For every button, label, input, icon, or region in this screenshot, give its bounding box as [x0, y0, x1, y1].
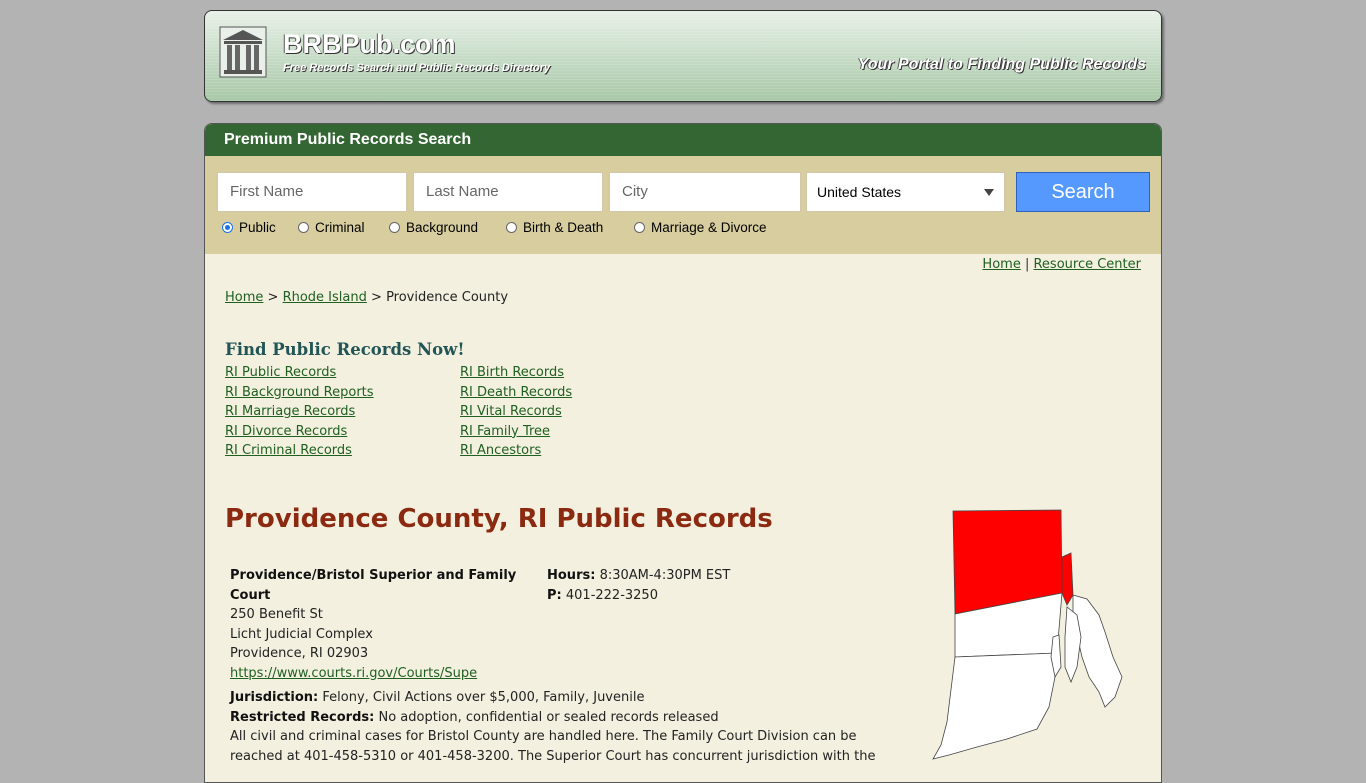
ri-birth-records-link[interactable]: RI Birth Records [460, 365, 564, 380]
court-address-line3: Providence, RI 02903 [230, 646, 369, 661]
radio-dot[interactable] [634, 222, 645, 233]
newport-county-shape [1072, 594, 1123, 708]
court-description-line2: reached at 401-458-5310 or 401-458-3200.… [230, 748, 876, 764]
records-links-right: RI Birth Records RI Death Records RI Vit… [460, 363, 572, 461]
court-website-link[interactable]: https://www.courts.ri.gov/Courts/Supe [230, 666, 477, 681]
radio-label: Birth & Death [523, 220, 604, 235]
chevron-down-icon [984, 189, 994, 196]
top-links: Home | Resource Center [982, 257, 1141, 272]
radio-label: Background [406, 220, 479, 235]
breadcrumb-current: Providence County [386, 290, 509, 305]
court-hours-phone: Hours: 8:30AM-4:30PM EST P: 401-222-3250 [547, 566, 730, 605]
last-name-input[interactable]: Last Name [413, 172, 603, 212]
radio-dot[interactable] [298, 222, 309, 233]
country-select-value: United States [817, 184, 902, 200]
link-separator: | [1024, 257, 1030, 272]
first-name-input[interactable]: First Name [217, 172, 407, 212]
court-info: Providence/Bristol Superior and Family C… [230, 566, 530, 683]
restricted-label: Restricted Records: [230, 709, 375, 725]
radio-dot[interactable] [222, 222, 233, 233]
radio-public[interactable]: Public [222, 220, 276, 235]
radio-marriage-divorce[interactable]: Marriage & Divorce [634, 220, 767, 235]
site-header: BRBPub.com Free Records Search and Publi… [204, 10, 1162, 102]
court-address-line2: Licht Judicial Complex [230, 626, 373, 642]
panel-title: Premium Public Records Search [205, 124, 1161, 156]
courthouse-logo-icon[interactable] [219, 26, 267, 78]
radio-criminal[interactable]: Criminal [298, 220, 365, 235]
resource-center-link[interactable]: Resource Center [1033, 257, 1141, 272]
ri-vital-records-link[interactable]: RI Vital Records [460, 404, 562, 419]
bristol-county-shape [1061, 552, 1074, 606]
site-tagline: Free Records Search and Public Records D… [283, 62, 551, 74]
ri-ancestors-link[interactable]: RI Ancestors [460, 443, 541, 458]
rhode-island-county-map[interactable] [927, 507, 1137, 762]
radio-label: Public [239, 220, 276, 235]
radio-background[interactable]: Background [389, 220, 478, 235]
ri-background-reports-link[interactable]: RI Background Reports [225, 385, 374, 400]
ri-family-tree-link[interactable]: RI Family Tree [460, 424, 550, 439]
radio-birth-death[interactable]: Birth & Death [506, 220, 603, 235]
ri-death-records-link[interactable]: RI Death Records [460, 385, 572, 400]
jurisdiction-label: Jurisdiction: [230, 690, 319, 705]
radio-label: Marriage & Divorce [651, 220, 767, 235]
court-details: Jurisdiction: Felony, Civil Actions over… [230, 688, 900, 766]
breadcrumb-state[interactable]: Rhode Island [283, 290, 367, 305]
court-name: Providence/Bristol Superior and Family C… [230, 568, 517, 603]
radio-dot[interactable] [389, 222, 400, 233]
city-input[interactable]: City [609, 172, 801, 212]
ri-criminal-records-link[interactable]: RI Criminal Records [225, 443, 352, 458]
court-address-line1: 250 Benefit St [230, 607, 323, 622]
search-bar: First Name Last Name City United States … [205, 156, 1161, 254]
washington-county-shape [932, 652, 1058, 760]
country-select[interactable]: United States [806, 172, 1005, 212]
breadcrumb: Home > Rhode Island > Providence County [225, 290, 508, 305]
jurisdiction-value: Felony, Civil Actions over $5,000, Famil… [322, 690, 645, 705]
ri-divorce-records-link[interactable]: RI Divorce Records [225, 424, 347, 439]
main-panel: Premium Public Records Search First Name… [204, 123, 1162, 783]
radio-label: Criminal [315, 220, 365, 235]
phone-label: P: [547, 587, 562, 603]
breadcrumb-separator: > [267, 290, 279, 305]
radio-dot[interactable] [506, 222, 517, 233]
breadcrumb-separator: > [371, 290, 382, 305]
ri-public-records-link[interactable]: RI Public Records [225, 365, 336, 380]
page-title: Providence County, RI Public Records [225, 504, 773, 534]
breadcrumb-home[interactable]: Home [225, 290, 263, 305]
hours-value: 8:30AM-4:30PM EST [599, 568, 731, 583]
portal-slogan: Your Portal to Finding Public Records [857, 56, 1146, 73]
records-links-left: RI Public Records RI Background Reports … [225, 363, 374, 461]
restricted-value: No adoption, confidential or sealed reco… [378, 709, 719, 725]
ri-marriage-records-link[interactable]: RI Marriage Records [225, 404, 355, 419]
home-link[interactable]: Home [982, 257, 1020, 272]
find-records-title: Find Public Records Now! [225, 340, 465, 359]
hours-label: Hours: [547, 568, 596, 583]
phone-value: 401-222-3250 [565, 587, 658, 603]
search-button[interactable]: Search [1016, 172, 1150, 212]
site-name[interactable]: BRBPub.com [283, 29, 456, 60]
court-description-line1: All civil and criminal cases for Bristol… [230, 729, 857, 744]
